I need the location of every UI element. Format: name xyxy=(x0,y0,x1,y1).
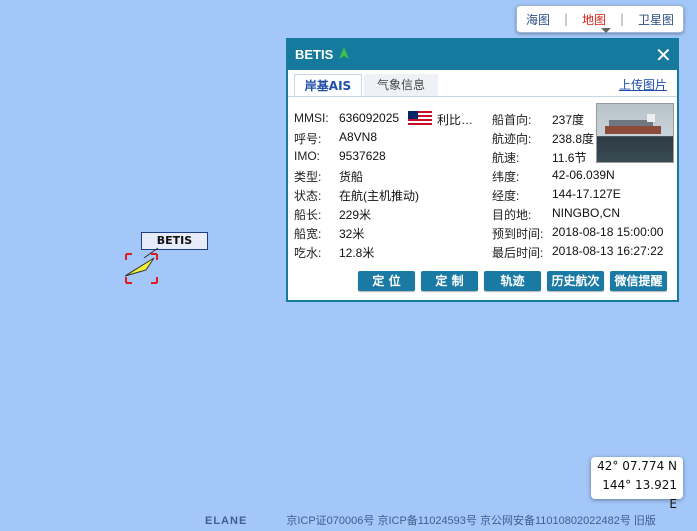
satellite-tab[interactable]: 卫星图 xyxy=(634,11,678,28)
field-eta: 预到时间: 2018-08-18 15:00:00 xyxy=(492,225,664,241)
field-destination: 目的地: NINGBO,CN xyxy=(492,206,621,222)
ship-title: BETIS xyxy=(295,47,351,62)
tab-ais[interactable]: 岸基AIS xyxy=(294,74,362,97)
field-type: 类型: 货船 xyxy=(294,170,364,184)
field-length: 船长: 229米 xyxy=(294,208,372,222)
upload-photo-link[interactable]: 上传图片 xyxy=(619,76,667,93)
separator: | xyxy=(563,12,569,26)
flag-icon xyxy=(408,111,432,125)
field-mmsi: MMSI: 636092025 利比… xyxy=(294,111,474,127)
field-beam: 船宽: 32米 xyxy=(294,227,365,241)
footer: ELANE 京ICP证070006号 京ICP备11024593号 京公网安备1… xyxy=(205,512,656,528)
cursor-coordinates: 42° 07.774 N 144° 13.921 E xyxy=(591,457,683,511)
locate-button[interactable]: 定 位 xyxy=(358,271,415,291)
icp-license-link[interactable]: 京ICP证070006号 xyxy=(286,515,374,527)
latitude-readout: 42° 07.774 N xyxy=(597,459,677,473)
field-longitude: 经度: 144-17.127E xyxy=(492,187,621,203)
ship-photo[interactable] xyxy=(596,103,674,163)
longitude-readout: 144° 13.921 E xyxy=(602,478,677,511)
icp-record-link[interactable]: 京ICP备11024593号 xyxy=(377,515,476,527)
brand-logo: ELANE xyxy=(205,515,248,527)
track-button[interactable]: 轨迹 xyxy=(484,271,541,291)
field-callsign: 呼号: A8VN8 xyxy=(294,130,378,146)
field-speed: 航速: 11.6节 xyxy=(492,151,587,165)
customize-button[interactable]: 定 制 xyxy=(421,271,478,291)
ship-marker-icon[interactable] xyxy=(118,246,162,288)
old-version-link[interactable]: 旧版 xyxy=(634,515,656,527)
field-heading: 船首向: 237度 xyxy=(492,113,585,127)
field-course: 航迹向: 238.8度 xyxy=(492,132,595,146)
wechat-alert-button[interactable]: 微信提醒 xyxy=(610,271,667,291)
tab-divider xyxy=(288,96,677,97)
ship-info-popup: BETIS ✕ 岸基AIS 气象信息 上传图片 MMSI: 636092025 … xyxy=(286,38,679,302)
voyage-history-button[interactable]: 历史航次 xyxy=(547,271,604,291)
map-type-switcher: 海图 | 地图 | 卫星图 xyxy=(516,5,684,33)
caret-down-icon xyxy=(601,28,611,33)
field-imo: IMO: 9537628 xyxy=(294,149,386,163)
field-status: 状态: 在航(主机推动) xyxy=(294,189,419,203)
separator: | xyxy=(619,12,625,26)
field-draught: 吃水: 12.8米 xyxy=(294,246,375,260)
sea-chart-tab[interactable]: 海图 xyxy=(522,11,554,28)
close-icon[interactable]: ✕ xyxy=(655,43,672,67)
public-security-link[interactable]: 京公网安备11010802022482号 xyxy=(480,515,631,527)
field-last-time: 最后时间: 2018-08-13 16:27:22 xyxy=(492,244,664,260)
field-latitude: 纬度: 42-06.039N xyxy=(492,168,615,184)
tab-weather[interactable]: 气象信息 xyxy=(364,74,438,96)
map-tab[interactable]: 地图 xyxy=(578,11,610,28)
ship-green-icon xyxy=(338,47,349,59)
